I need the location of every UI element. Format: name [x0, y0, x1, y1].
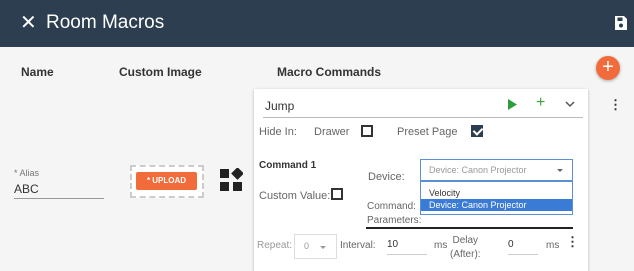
device-dropdown-menu: Velocity Device: Canon Projector	[420, 181, 573, 215]
save-icon[interactable]	[614, 15, 628, 31]
column-header-macro-commands: Macro Commands	[277, 65, 382, 79]
interval-unit: ms	[434, 240, 448, 251]
macro-name[interactable]: Jump	[265, 99, 294, 113]
app-header: ✕ Room Macros	[0, 0, 634, 47]
play-icon[interactable]	[507, 99, 517, 110]
device-option-selected[interactable]: Device: Canon Projector	[421, 199, 572, 211]
add-macro-button[interactable]: +	[596, 56, 620, 80]
command-label-line1: Command:	[367, 201, 416, 212]
delay-label-line2: (After):	[450, 249, 481, 260]
device-select-value: Device: Canon Projector	[429, 165, 527, 175]
repeat-value: 0	[304, 241, 310, 251]
hide-in-label: Hide In:	[259, 126, 297, 138]
device-option[interactable]: Velocity	[421, 187, 572, 199]
device-select[interactable]: Device: Canon Projector	[420, 159, 573, 181]
column-header-custom-image: Custom Image	[119, 65, 202, 79]
delay-unit: ms	[546, 240, 560, 251]
drawer-label: Drawer	[314, 126, 350, 138]
preset-page-checkbox[interactable]	[471, 125, 483, 137]
repeat-label: Repeat:	[257, 240, 293, 251]
macro-command-card: Jump + Hide In: Drawer Preset Page Comma…	[254, 89, 588, 271]
macro-more-icon[interactable]: ⋮	[609, 98, 622, 112]
room-macros-page: ✕ Room Macros Name Custom Image Macro Co…	[0, 0, 634, 271]
column-header-name: Name	[21, 65, 54, 79]
close-icon[interactable]: ✕	[20, 12, 37, 34]
chevron-down-icon[interactable]	[565, 100, 575, 108]
caret-down-icon	[557, 169, 563, 172]
custom-value-checkbox[interactable]	[331, 188, 343, 200]
preset-page-label: Preset Page	[397, 126, 458, 138]
command-parameters-label: Command: Parameters:	[367, 200, 421, 228]
macro-name-underline	[263, 117, 583, 118]
command-parameters-input[interactable]	[366, 227, 573, 229]
upload-button[interactable]: * UPLOAD	[136, 172, 197, 190]
page-title: Room Macros	[46, 12, 165, 33]
widgets-icon	[220, 168, 243, 191]
command-label-line2: Parameters:	[367, 215, 422, 226]
add-command-icon[interactable]: +	[536, 94, 545, 112]
repeat-select[interactable]: 0	[294, 234, 337, 259]
alias-label: * Alias	[14, 168, 40, 178]
drawer-checkbox[interactable]	[361, 125, 373, 137]
interval-input[interactable]: 10	[387, 237, 427, 255]
delay-label-line1: Delay	[452, 235, 479, 246]
command-more-icon[interactable]: ⋮	[566, 235, 579, 249]
command-title: Command 1	[259, 160, 317, 171]
delay-label: Delay (After):	[450, 234, 481, 262]
device-label: Device:	[368, 171, 405, 183]
caret-down-icon	[320, 246, 326, 249]
interval-label: Interval:	[340, 240, 376, 251]
custom-value-label: Custom Value:	[259, 190, 331, 202]
delay-input[interactable]: 0	[508, 237, 538, 255]
alias-input[interactable]: ABC	[14, 181, 104, 199]
